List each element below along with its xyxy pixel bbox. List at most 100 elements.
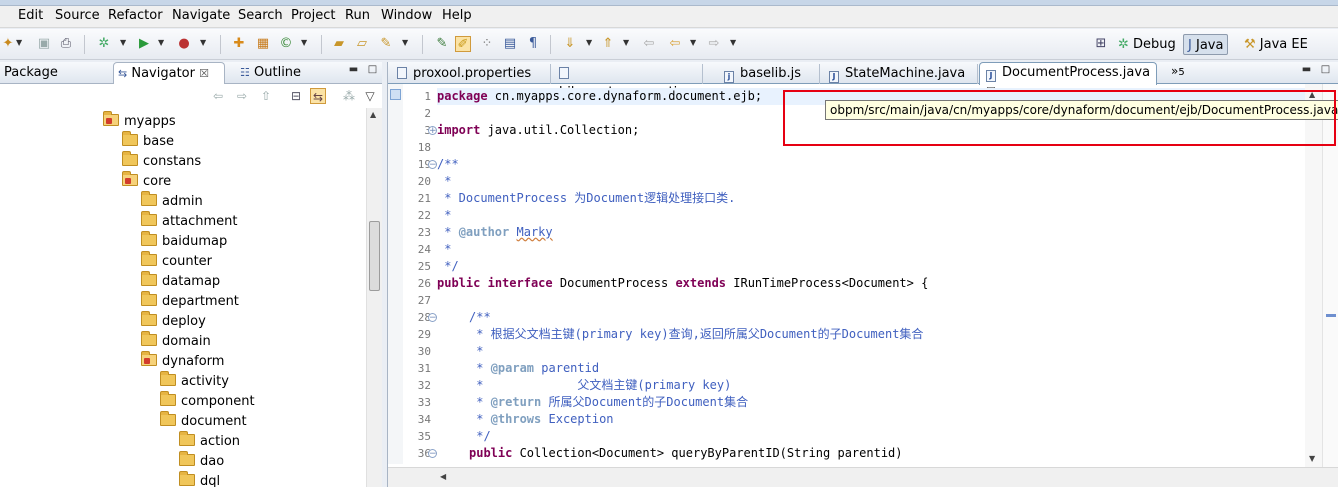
tree-item[interactable]: domain (141, 331, 211, 352)
scroll-down-icon[interactable]: ▼ (1309, 454, 1315, 463)
maximize-icon[interactable]: □ (367, 65, 378, 76)
open-type-icon[interactable]: ▰ (331, 36, 347, 52)
editor-horizontal-scrollbar[interactable]: ◀ (388, 467, 1338, 487)
menu-project[interactable]: Project (291, 8, 335, 23)
tree-item[interactable]: myapps (103, 111, 176, 132)
tree-item[interactable]: dynaform (141, 351, 224, 372)
tab-overflow-button[interactable]: »5 (1171, 64, 1185, 78)
tree-item[interactable]: dao (179, 451, 224, 472)
tree-item[interactable]: baidumap (141, 231, 227, 252)
view-menu-icon[interactable]: ⁂ (341, 88, 357, 104)
back-icon[interactable]: ⇦ (210, 88, 226, 104)
save-icon[interactable]: ▣ (36, 36, 52, 52)
new-dropdown-icon[interactable]: ▼ (16, 38, 22, 47)
tab-navigator[interactable]: ⇆ Navigator ☒ (113, 62, 225, 85)
line-number-gutter: 1231819202122232425262728293031323334353… (403, 84, 437, 464)
tree-item[interactable]: document (160, 411, 247, 432)
tree-item[interactable]: core (122, 171, 171, 192)
toggle-highlight-icon[interactable]: ✐ (455, 36, 471, 52)
tree-scrollbar[interactable]: ▲ (366, 108, 382, 487)
tree-item[interactable]: constans (122, 151, 201, 172)
search-dropdown-icon[interactable]: ▼ (402, 38, 408, 47)
perspective-java[interactable]: J Java (1183, 34, 1229, 55)
new-class-icon[interactable]: © (278, 36, 294, 52)
fold-collapse-icon[interactable]: − (428, 449, 437, 459)
menu-run[interactable]: Run (345, 8, 370, 23)
debug-dropdown-icon[interactable]: ▼ (120, 38, 126, 47)
show-whitespace-icon[interactable]: ⁘ (479, 36, 495, 52)
tree-item[interactable]: activity (160, 371, 229, 392)
scroll-thumb[interactable] (369, 221, 380, 291)
tree-item[interactable]: attachment (141, 211, 238, 232)
previous-annotation-dropdown-icon[interactable]: ▼ (623, 38, 629, 47)
external-tools-icon[interactable]: ● (176, 36, 192, 52)
tab-package-explorer[interactable]: Package Explorer (0, 62, 113, 101)
block-selection-icon[interactable]: ▤ (502, 36, 518, 52)
minimize-icon[interactable]: ▬ (1301, 65, 1312, 76)
menu-navigate[interactable]: Navigate (172, 8, 230, 23)
minimize-icon[interactable]: ▬ (348, 65, 359, 76)
new-java-project-icon[interactable]: ✚ (231, 36, 247, 52)
tree-item[interactable]: deploy (141, 311, 206, 332)
editor-tab[interactable]: J StateMachine.java (823, 64, 978, 84)
scroll-left-icon[interactable]: ◀ (440, 472, 446, 481)
tree-item[interactable]: datamap (141, 271, 220, 292)
tree-item[interactable]: action (179, 431, 240, 452)
close-icon[interactable]: ☒ (199, 67, 209, 80)
perspective-java-ee[interactable]: ⚒ Java EE (1240, 34, 1312, 55)
next-annotation-icon[interactable]: ⇓ (562, 36, 578, 52)
debug-icon[interactable]: ✲ (96, 36, 112, 52)
last-edit-location-icon[interactable]: ⇦ (641, 36, 657, 52)
fold-collapse-icon[interactable]: − (428, 313, 437, 323)
external-tools-dropdown-icon[interactable]: ▼ (200, 38, 206, 47)
editor-tab[interactable]: proxool.properties (391, 64, 551, 84)
java-perspective-icon: J (1188, 38, 1192, 53)
next-annotation-dropdown-icon[interactable]: ▼ (586, 38, 592, 47)
occurrence-marker[interactable] (1326, 314, 1336, 317)
run-dropdown-icon[interactable]: ▼ (158, 38, 164, 47)
print-icon[interactable]: ⎙ (58, 36, 74, 52)
show-pilcrow-icon[interactable]: ¶ (525, 36, 541, 52)
forward-dropdown-icon[interactable]: ▼ (730, 38, 736, 47)
maximize-icon[interactable]: □ (1320, 65, 1331, 76)
forward-icon[interactable]: ⇨ (234, 88, 250, 104)
new-package-icon[interactable]: ▦ (255, 36, 271, 52)
tree-item[interactable]: counter (141, 251, 212, 272)
tree-item[interactable]: admin (141, 191, 203, 212)
menu-window[interactable]: Window (381, 8, 432, 23)
fold-expand-icon[interactable]: + (428, 126, 437, 136)
open-perspective-icon[interactable]: ⊞ (1093, 36, 1109, 52)
tree-item[interactable]: base (122, 131, 174, 152)
previous-annotation-icon[interactable]: ⇑ (600, 36, 616, 52)
new-class-dropdown-icon[interactable]: ▼ (301, 38, 307, 47)
tree-item[interactable]: department (141, 291, 239, 312)
menu-source[interactable]: Source (55, 8, 100, 23)
collapse-all-icon[interactable]: ⊟ (288, 88, 304, 104)
run-icon[interactable]: ▶ (136, 36, 152, 52)
menu-edit[interactable]: Edit (18, 8, 43, 23)
link-with-editor-icon[interactable]: ⇆ (310, 88, 326, 104)
forward-icon[interactable]: ⇨ (706, 36, 722, 52)
menu-refactor[interactable]: Refactor (108, 8, 163, 23)
menu-help[interactable]: Help (442, 8, 472, 23)
tab-outline[interactable]: ☷ Outline (236, 62, 302, 84)
back-icon[interactable]: ⇦ (667, 36, 683, 52)
new-wizard-icon[interactable]: ✦ (0, 36, 16, 52)
menu-search[interactable]: Search (238, 8, 283, 23)
editor-tab[interactable]: j baselib.js (718, 64, 820, 84)
scroll-up-icon[interactable]: ▲ (370, 110, 376, 119)
chevron-down-icon[interactable]: ▽ (362, 88, 378, 104)
folder-icon (122, 151, 138, 166)
open-resource-icon[interactable]: ▱ (354, 36, 370, 52)
line-number: 27 (417, 294, 431, 307)
perspective-debug[interactable]: ✲ Debug (1114, 34, 1180, 55)
up-icon[interactable]: ⇧ (258, 88, 274, 104)
editor-tab[interactable]: hibernate.properties (553, 64, 703, 100)
tree-item[interactable]: component (160, 391, 255, 412)
fold-collapse-icon[interactable]: − (428, 160, 437, 170)
toggle-mark-occurrences-icon[interactable]: ✎ (434, 36, 450, 52)
editor-tab[interactable]: JDocumentProcess.java ☒ (979, 62, 1157, 98)
search-icon[interactable]: ✎ (378, 36, 394, 52)
tree-item[interactable]: dql (179, 471, 220, 487)
back-dropdown-icon[interactable]: ▼ (690, 38, 696, 47)
